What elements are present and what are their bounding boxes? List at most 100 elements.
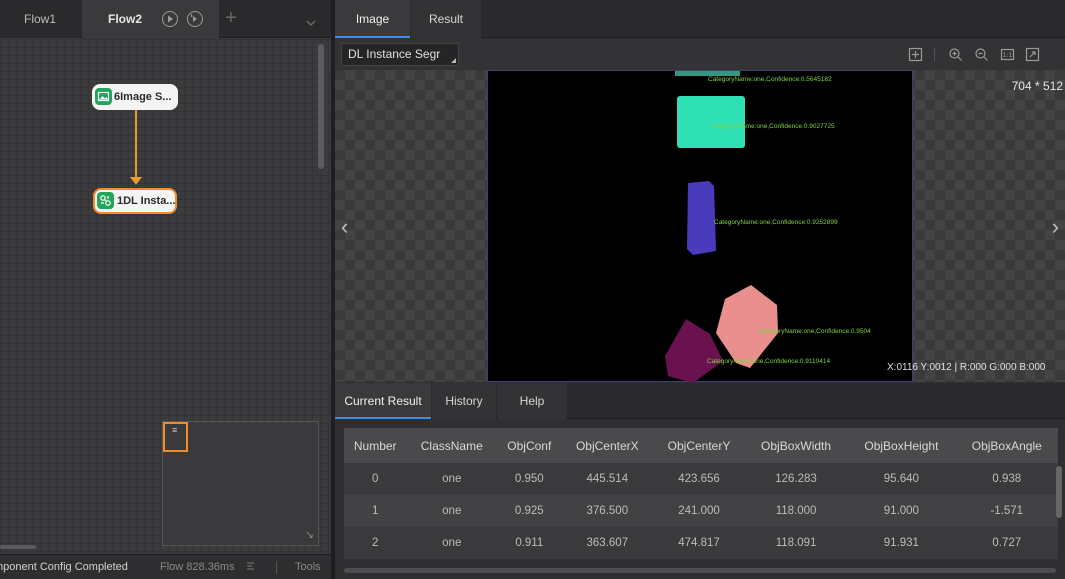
- image-viewer[interactable]: CategoryName:one,Confidence:0.5645182 Ca…: [335, 70, 1065, 382]
- next-image-button[interactable]: ›: [1052, 214, 1059, 240]
- tab-flow2-label: Flow2: [108, 12, 143, 26]
- table-cell: one: [406, 463, 498, 495]
- toolbar-divider: [934, 48, 935, 61]
- result-image[interactable]: CategoryName:one,Confidence:0.5645182 Ca…: [487, 70, 913, 382]
- tab-current-result[interactable]: Current Result: [335, 383, 431, 419]
- table-cell: 0.925: [497, 495, 562, 527]
- detection-masks: [665, 71, 778, 382]
- connector-arrow-icon: [130, 177, 142, 185]
- table-cell: one: [406, 527, 498, 559]
- tab-image[interactable]: Image: [335, 0, 410, 38]
- canvas-horizontal-scrollbar[interactable]: [0, 545, 36, 549]
- table-cell: 91.931: [847, 527, 956, 559]
- detection-mask-1: [677, 96, 745, 148]
- flow-time: Flow 828.36ms: [160, 561, 235, 573]
- flow-canvas[interactable]: 6Image S... 1DL Insta... ≡ ↘: [0, 39, 331, 554]
- image-tab-bar: Image Result: [335, 0, 1065, 38]
- table-cell: 0.911: [497, 527, 562, 559]
- status-message: mponent Config Completed: [0, 561, 128, 573]
- chevron-down-icon[interactable]: [306, 16, 316, 30]
- zoom-out-icon[interactable]: [974, 47, 989, 62]
- table-cell: 1: [344, 495, 407, 527]
- detection-label-2: CategoryName:one,Confidence:0.9252899: [714, 219, 838, 226]
- dl-instance-node-label: 1DL Insta...: [117, 195, 176, 207]
- table-row[interactable]: 2 one 0.911 363.607 474.817 118.091 91.9…: [344, 527, 1058, 559]
- detection-mask-3: [716, 285, 778, 368]
- table-cell: one: [406, 495, 498, 527]
- table-cell: 241.000: [653, 495, 745, 527]
- tab-flow1[interactable]: Flow1: [0, 0, 80, 38]
- column-header-objboxheight[interactable]: ObjBoxHeight: [847, 428, 956, 463]
- result-tab-bar: Current Result History Help: [335, 383, 1065, 419]
- image-source-icon: [95, 88, 112, 105]
- detection-label-3: CategoryName:one,Confidence:0.9504: [758, 328, 871, 335]
- dropdown-caret-icon: [451, 58, 456, 63]
- status-bar: mponent Config Completed Flow 828.36ms T…: [0, 554, 331, 579]
- table-row[interactable]: 1 one 0.925 376.500 241.000 118.000 91.0…: [344, 495, 1058, 527]
- table-cell: 118.091: [744, 527, 848, 559]
- column-header-objboxangle[interactable]: ObjBoxAngle: [955, 428, 1058, 463]
- fullscreen-icon[interactable]: [1025, 47, 1040, 62]
- table-cell: 423.656: [653, 463, 745, 495]
- column-header-objboxwidth[interactable]: ObjBoxWidth: [744, 428, 848, 463]
- time-info-icon[interactable]: [246, 555, 256, 579]
- tools-button[interactable]: Tools: [295, 555, 321, 579]
- table-cell: 2: [344, 527, 407, 559]
- module-select[interactable]: DL Instance Segr: [341, 43, 459, 66]
- table-cell: 363.607: [561, 527, 654, 559]
- column-header-objconf[interactable]: ObjConf: [497, 428, 562, 463]
- table-cell: 0.950: [497, 463, 562, 495]
- status-divider: [276, 561, 277, 574]
- detection-mask-4: [665, 319, 723, 382]
- pixel-info-readout: X:0116 Y:0012 | R:000 G:000 B:000: [887, 362, 1046, 373]
- minimap-viewport-glyph: ≡: [172, 425, 178, 435]
- detection-label-4: CategoryName:one,Confidence:0.9110414: [707, 358, 831, 365]
- tab-history[interactable]: History: [432, 383, 496, 419]
- table-vertical-scrollbar[interactable]: [1056, 466, 1062, 518]
- table-cell: 376.500: [561, 495, 654, 527]
- dl-instance-node[interactable]: 1DL Insta...: [93, 188, 177, 214]
- table-cell: 118.000: [744, 495, 848, 527]
- step-circle-icon[interactable]: [187, 11, 203, 27]
- canvas-vertical-scrollbar[interactable]: [318, 44, 324, 169]
- column-header-objcenterx[interactable]: ObjCenterX: [561, 428, 654, 463]
- table-cell: 0.938: [955, 463, 1058, 495]
- fit-image-icon[interactable]: [908, 47, 923, 62]
- table-cell: 0: [344, 463, 407, 495]
- canvas-minimap[interactable]: ≡ ↘: [162, 421, 319, 546]
- flow-tab-bar: Flow1 Flow2 +: [0, 0, 331, 38]
- result-table: Number ClassName ObjConf ObjCenterX ObjC…: [344, 428, 1058, 559]
- image-source-node-label: 6Image S...: [114, 91, 172, 103]
- column-header-classname[interactable]: ClassName: [406, 428, 498, 463]
- minimap-viewport[interactable]: ≡: [163, 422, 188, 452]
- image-source-node[interactable]: 6Image S...: [92, 84, 178, 110]
- detection-label-1: CategoryName:one,Confidence:0.9027725: [711, 123, 835, 130]
- previous-image-button[interactable]: ‹: [341, 214, 348, 240]
- play-circle-icon[interactable]: [162, 11, 178, 27]
- table-cell: 474.817: [653, 527, 745, 559]
- detection-mask-2: [687, 181, 716, 255]
- viewer-toolbar: DL Instance Segr 1:1: [335, 39, 1065, 70]
- table-cell: 91.000: [847, 495, 956, 527]
- table-cell: 0.727: [955, 527, 1058, 559]
- table-header-row: Number ClassName ObjConf ObjCenterX ObjC…: [344, 428, 1058, 463]
- table-row[interactable]: 0 one 0.950 445.514 423.656 126.283 95.6…: [344, 463, 1058, 495]
- add-flow-button[interactable]: +: [225, 0, 237, 38]
- zoom-in-icon[interactable]: [948, 47, 963, 62]
- tab-result[interactable]: Result: [411, 0, 481, 38]
- column-header-number[interactable]: Number: [344, 428, 407, 463]
- table-cell: -1.571: [955, 495, 1058, 527]
- image-result-panel: Image Result DL Instance Segr 1:1 Catego…: [335, 0, 1065, 579]
- resize-corner-icon[interactable]: ↘: [305, 528, 314, 541]
- detection-label-0: CategoryName:one,Confidence:0.5645182: [708, 76, 832, 83]
- table-cell: 445.514: [561, 463, 654, 495]
- image-size-readout: 704 * 512: [1011, 79, 1063, 93]
- tab-help[interactable]: Help: [497, 383, 567, 419]
- actual-size-icon[interactable]: 1:1: [1000, 47, 1015, 62]
- node-connector: [135, 110, 137, 180]
- tab-flow2[interactable]: Flow2: [82, 0, 219, 38]
- table-cell: 95.640: [847, 463, 956, 495]
- column-header-objcentery[interactable]: ObjCenterY: [653, 428, 745, 463]
- table-horizontal-scrollbar[interactable]: [344, 568, 1056, 573]
- module-select-value: DL Instance Segr: [348, 47, 441, 61]
